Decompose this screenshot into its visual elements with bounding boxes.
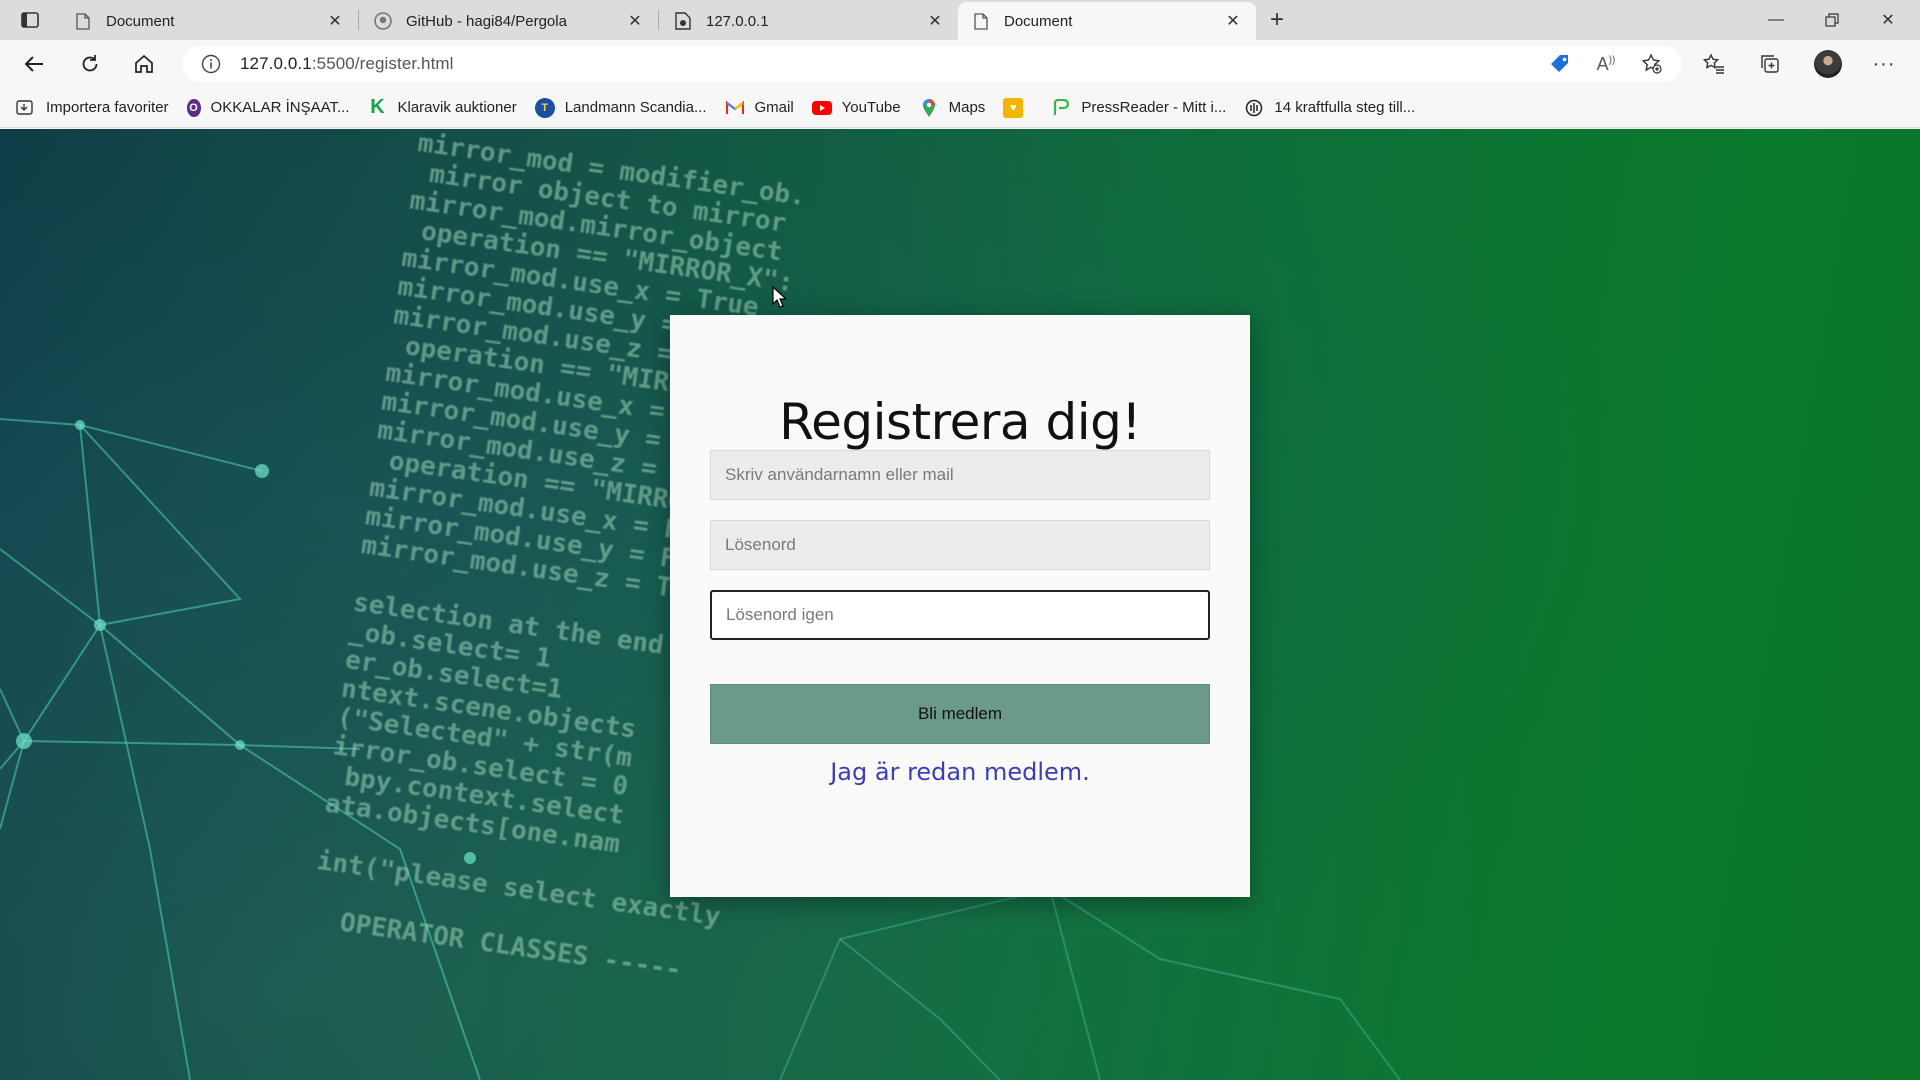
url-host: 127.0.0.1 — [240, 54, 312, 73]
home-icon — [135, 54, 153, 73]
podcast-icon — [1244, 98, 1264, 118]
register-card: Registrera dig! Bli medlem Jag är redan … — [670, 315, 1250, 897]
shopping-button[interactable] — [1542, 46, 1578, 82]
more-dots-icon: ··· — [1872, 52, 1896, 75]
home-button[interactable] — [126, 46, 162, 82]
close-icon[interactable]: ✕ — [926, 12, 944, 30]
favorite-label: Gmail — [754, 99, 794, 116]
favorites-button[interactable] — [1696, 46, 1732, 82]
page-icon — [74, 12, 92, 30]
page-viewport: mirror_mod = modifier_ob. mirror object … — [0, 129, 1920, 1080]
settings-menu-button[interactable]: ··· — [1866, 46, 1902, 82]
maps-icon — [919, 98, 939, 118]
refresh-icon — [82, 55, 98, 72]
register-button[interactable]: Bli medlem — [710, 684, 1210, 744]
refresh-button[interactable] — [72, 46, 108, 82]
tab-title: GitHub - hagi84/Pergola — [406, 12, 567, 30]
plus-icon: + — [1269, 6, 1284, 33]
pressreader-icon — [1051, 98, 1071, 118]
star-plus-icon — [1641, 53, 1662, 74]
landmann-icon: T — [534, 97, 555, 118]
password-repeat-input[interactable] — [710, 590, 1210, 640]
back-button[interactable] — [16, 46, 52, 82]
favorite-label: OKKALAR İNŞAAT... — [210, 99, 350, 116]
youtube-icon — [811, 98, 832, 118]
mouse-cursor-icon — [772, 286, 786, 308]
gmail-icon — [725, 98, 745, 118]
avatar — [1814, 50, 1842, 78]
tab-separator — [658, 10, 659, 30]
favorites-list-icon — [1703, 53, 1724, 74]
favorite-landmann[interactable]: T Landmann Scandia... — [534, 97, 707, 118]
back-arrow-icon — [24, 56, 43, 72]
tab-live-server[interactable]: 127.0.0.1 ✕ — [660, 2, 958, 40]
favorite-pressreader[interactable]: PressReader - Mitt i... — [1051, 98, 1226, 118]
favorite-orange-bookmark[interactable]: ♥ — [1003, 97, 1033, 118]
favorite-label: Klaravik auktioner — [397, 99, 517, 116]
okkalar-icon: O — [186, 98, 201, 117]
favorite-klaravik[interactable]: K Klaravik auktioner — [367, 96, 517, 118]
close-icon[interactable]: ✕ — [326, 12, 344, 30]
collections-icon — [1761, 55, 1779, 73]
favorite-okkalar[interactable]: O OKKALAR İNŞAAT... — [186, 98, 350, 117]
info-icon[interactable] — [200, 53, 222, 75]
close-icon[interactable]: ✕ — [1224, 12, 1242, 30]
minimize-icon: — — [1768, 11, 1784, 28]
add-favorite-button[interactable] — [1634, 46, 1670, 82]
url-text: 127.0.0.1:5500/register.html — [240, 54, 454, 74]
close-icon: ✕ — [1881, 12, 1895, 29]
shopping-tag-icon — [1551, 55, 1568, 72]
page-icon — [972, 12, 990, 30]
tab-document-1[interactable]: Document ✕ — [60, 2, 358, 40]
import-icon — [16, 98, 36, 118]
tab-actions-button[interactable] — [14, 8, 46, 32]
favorite-label: PressReader - Mitt i... — [1081, 99, 1227, 116]
favorite-podcast[interactable]: 14 kraftfulla steg till... — [1244, 98, 1415, 118]
bookmark-orange-icon: ♥ — [1003, 97, 1024, 118]
tab-document-active[interactable]: Document ✕ — [958, 2, 1256, 40]
favorite-label: 14 kraftfulla steg till... — [1274, 99, 1416, 116]
tab-title: Document — [1004, 12, 1073, 30]
tab-separator — [358, 10, 359, 30]
read-aloud-icon: A)) — [1596, 53, 1616, 74]
address-bar[interactable]: 127.0.0.1:5500/register.html — [182, 46, 1682, 82]
tab-title: 127.0.0.1 — [706, 12, 769, 30]
close-icon[interactable]: ✕ — [626, 12, 644, 30]
tab-github[interactable]: GitHub - hagi84/Pergola ✕ — [360, 2, 658, 40]
tab-title: Document — [106, 12, 175, 30]
github-icon — [374, 12, 392, 30]
new-tab-button[interactable]: + — [1262, 6, 1292, 34]
favorite-gmail[interactable]: Gmail — [725, 98, 794, 118]
minimize-button[interactable]: — — [1748, 0, 1804, 40]
favorite-import[interactable]: Importera favoriter — [16, 98, 169, 118]
collections-button[interactable] — [1752, 46, 1788, 82]
favorite-label: Importera favoriter — [46, 99, 169, 116]
url-path: :5500/register.html — [311, 54, 454, 73]
favorites-bar: Importera favoriter O OKKALAR İNŞAAT... … — [0, 88, 1920, 128]
favorite-youtube[interactable]: YouTube — [811, 98, 901, 118]
page-title: Registrera dig! — [779, 393, 1141, 451]
window-close-button[interactable]: ✕ — [1860, 0, 1916, 40]
favorite-label: YouTube — [841, 99, 901, 116]
live-server-icon — [674, 12, 692, 30]
restore-button[interactable] — [1804, 0, 1860, 40]
favorite-label: Maps — [948, 99, 986, 116]
klaravik-icon: K — [370, 96, 385, 118]
tab-actions-icon — [21, 12, 39, 28]
favorite-maps[interactable]: Maps — [919, 98, 986, 118]
favorite-label: Landmann Scandia... — [564, 99, 707, 116]
read-aloud-button[interactable]: A)) — [1588, 46, 1624, 82]
profile-button[interactable] — [1810, 46, 1846, 82]
password-input[interactable] — [710, 520, 1210, 570]
address-toolbar: 127.0.0.1:5500/register.html A)) ··· — [0, 40, 1920, 88]
already-member-link[interactable]: Jag är redan medlem. — [670, 758, 1250, 786]
restore-icon — [1825, 13, 1839, 27]
username-input[interactable] — [710, 450, 1210, 500]
tab-strip: Document ✕ GitHub - hagi84/Pergola ✕ 127… — [0, 0, 1920, 40]
